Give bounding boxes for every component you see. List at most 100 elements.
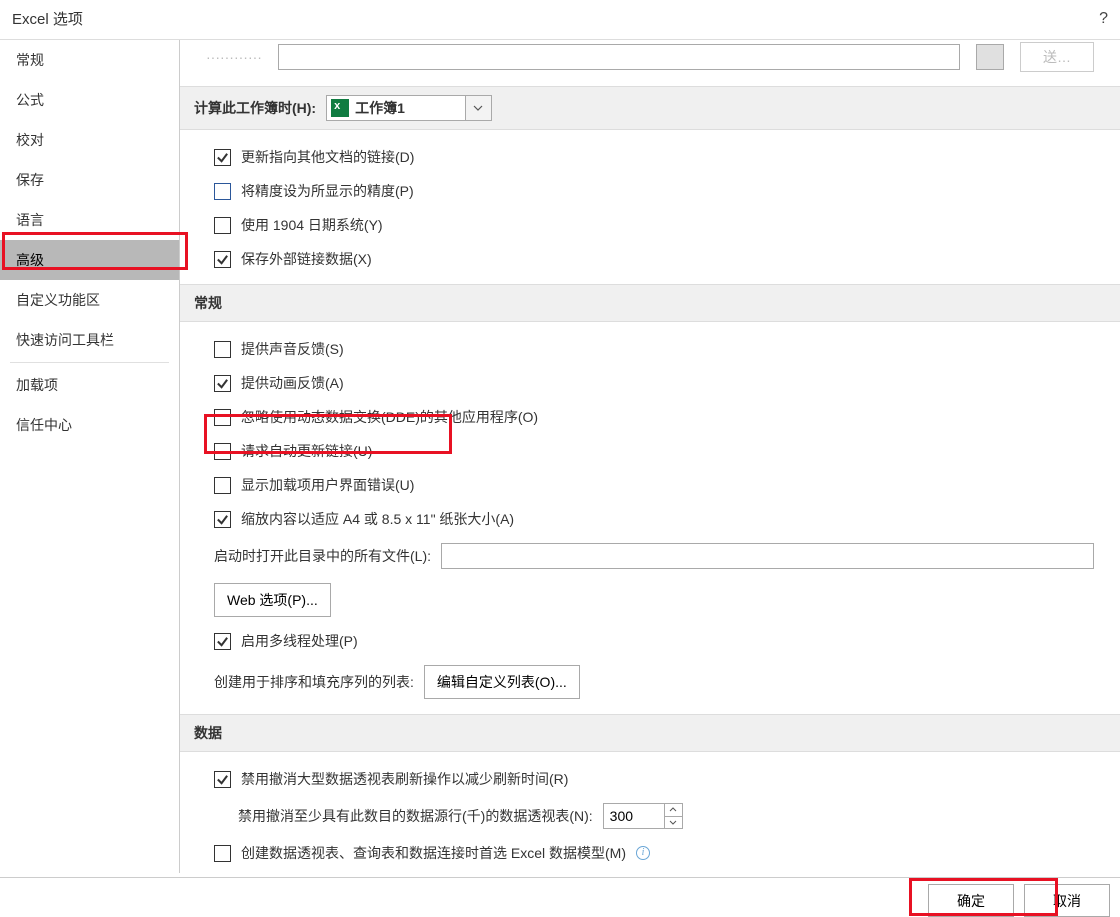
section-title: 计算此工作簿时(H): — [194, 98, 316, 118]
partial-button[interactable] — [976, 44, 1004, 70]
threshold-label: 禁用撤消至少具有此数目的数据源行(千)的数据透视表(N): — [238, 806, 593, 826]
sidebar-label: 常规 — [16, 52, 44, 68]
threshold-spinner[interactable] — [603, 803, 683, 829]
sidebar-item-qat[interactable]: 快速访问工具栏 — [0, 320, 179, 360]
checkbox[interactable] — [214, 183, 231, 200]
opt-disable-undo-model[interactable]: 禁止撤消大型数据模型操作(U) — [214, 870, 1094, 873]
partial-top-row: ············ 送… — [180, 40, 1120, 86]
checkbox[interactable] — [214, 845, 231, 862]
opt-label: 提供声音反馈(S) — [241, 339, 344, 359]
sidebar-label: 校对 — [16, 132, 44, 148]
info-icon[interactable]: i — [636, 846, 650, 860]
opt-ask-update-links[interactable]: 请求自动更新链接(U) — [214, 434, 1094, 468]
sidebar-label: 自定义功能区 — [16, 292, 100, 308]
sidebar-item-general[interactable]: 常规 — [0, 40, 179, 80]
chevron-down-icon[interactable] — [465, 96, 491, 120]
sidebar-item-formulas[interactable]: 公式 — [0, 80, 179, 120]
checkbox[interactable] — [214, 217, 231, 234]
checkbox[interactable] — [214, 149, 231, 166]
opt-label: 缩放内容以适应 A4 或 8.5 x 11" 纸张大小(A) — [241, 509, 514, 529]
checkbox[interactable] — [214, 251, 231, 268]
sidebar-item-trust[interactable]: 信任中心 — [0, 405, 179, 445]
section-title: 常规 — [194, 293, 222, 313]
partial-label: ············ — [206, 49, 262, 65]
opt-label: 使用 1904 日期系统(Y) — [241, 215, 383, 235]
section-header-calc: 计算此工作簿时(H): 工作簿1 — [180, 86, 1120, 130]
dialog-footer: 确定 取消 — [0, 877, 1120, 917]
help-icon[interactable]: ? — [1099, 10, 1108, 28]
sidebar-item-customize-ribbon[interactable]: 自定义功能区 — [0, 280, 179, 320]
workbook-dropdown[interactable]: 工作簿1 — [326, 95, 492, 121]
checkbox[interactable] — [214, 409, 231, 426]
general-options: 提供声音反馈(S) 提供动画反馈(A) 忽略使用动态数据交换(DDE)的其他应用… — [180, 322, 1120, 714]
opt-label: 创建数据透视表、查询表和数据连接时首选 Excel 数据模型(M) — [241, 843, 626, 863]
opt-1904[interactable]: 使用 1904 日期系统(Y) — [214, 208, 1094, 242]
opt-label: 显示加载项用户界面错误(U) — [241, 475, 414, 495]
excel-icon — [331, 99, 349, 117]
spin-down-icon[interactable] — [665, 817, 682, 829]
sidebar: 常规 公式 校对 保存 语言 高级 自定义功能区 快速访问工具栏 加载项 信任中… — [0, 40, 180, 873]
opt-precision[interactable]: 将精度设为所显示的精度(P) — [214, 174, 1094, 208]
opt-label: 请求自动更新链接(U) — [241, 441, 372, 461]
spinner-buttons[interactable] — [664, 804, 682, 828]
opt-label: 忽略使用动态数据交换(DDE)的其他应用程序(O) — [241, 407, 538, 427]
partial-input[interactable] — [278, 44, 960, 70]
opt-save-ext-links[interactable]: 保存外部链接数据(X) — [214, 242, 1094, 276]
opt-addin-ui-errors[interactable]: 显示加载项用户界面错误(U) — [214, 468, 1094, 502]
checkbox[interactable] — [214, 477, 231, 494]
opt-label: 禁用撤消大型数据透视表刷新操作以减少刷新时间(R) — [241, 769, 568, 789]
content-panel: ············ 送… 计算此工作簿时(H): 工作簿1 — [180, 40, 1120, 873]
sidebar-label: 语言 — [16, 212, 44, 228]
data-options: 禁用撤消大型数据透视表刷新操作以减少刷新时间(R) 禁用撤消至少具有此数目的数据… — [180, 752, 1120, 873]
sidebar-item-language[interactable]: 语言 — [0, 200, 179, 240]
sidebar-label: 快速访问工具栏 — [16, 332, 114, 348]
main-area: 常规 公式 校对 保存 语言 高级 自定义功能区 快速访问工具栏 加载项 信任中… — [0, 39, 1120, 873]
checkbox[interactable] — [214, 443, 231, 460]
opt-label: 保存外部链接数据(X) — [241, 249, 372, 269]
checkbox[interactable] — [214, 771, 231, 788]
web-options-row: Web 选项(P)... — [214, 576, 1094, 624]
opt-label: 提供动画反馈(A) — [241, 373, 344, 393]
custom-list-row: 创建用于排序和填充序列的列表: 编辑自定义列表(O)... — [214, 658, 1094, 706]
startup-row: 启动时打开此目录中的所有文件(L): — [214, 536, 1094, 576]
sidebar-item-save[interactable]: 保存 — [0, 160, 179, 200]
sidebar-label: 信任中心 — [16, 417, 72, 433]
opt-disable-undo-pivot[interactable]: 禁用撤消大型数据透视表刷新操作以减少刷新时间(R) — [214, 762, 1094, 796]
sidebar-item-proofing[interactable]: 校对 — [0, 120, 179, 160]
ghost-button[interactable]: 送… — [1020, 42, 1094, 72]
opt-dde[interactable]: 忽略使用动态数据交换(DDE)的其他应用程序(O) — [214, 400, 1094, 434]
web-options-button[interactable]: Web 选项(P)... — [214, 583, 331, 617]
checkbox[interactable] — [214, 341, 231, 358]
section-header-general: 常规 — [180, 284, 1120, 322]
threshold-input[interactable] — [604, 804, 664, 828]
sidebar-label: 公式 — [16, 92, 44, 108]
checkbox[interactable] — [214, 511, 231, 528]
spin-up-icon[interactable] — [665, 804, 682, 817]
opt-prefer-data-model[interactable]: 创建数据透视表、查询表和数据连接时首选 Excel 数据模型(M) i — [214, 836, 1094, 870]
calc-options: 更新指向其他文档的链接(D) 将精度设为所显示的精度(P) 使用 1904 日期… — [180, 130, 1120, 284]
startup-folder-input[interactable] — [441, 543, 1094, 569]
opt-scale-a4[interactable]: 缩放内容以适应 A4 或 8.5 x 11" 纸张大小(A) — [214, 502, 1094, 536]
titlebar: Excel 选项 ? — [0, 0, 1120, 39]
checkbox[interactable] — [214, 375, 231, 392]
opt-animation[interactable]: 提供动画反馈(A) — [214, 366, 1094, 400]
edit-custom-list-button[interactable]: 编辑自定义列表(O)... — [424, 665, 580, 699]
section-header-data: 数据 — [180, 714, 1120, 752]
sidebar-item-advanced[interactable]: 高级 — [0, 240, 179, 280]
opt-label: 更新指向其他文档的链接(D) — [241, 147, 414, 167]
threshold-row: 禁用撤消至少具有此数目的数据源行(千)的数据透视表(N): — [214, 796, 1094, 836]
sidebar-label: 高级 — [16, 252, 44, 268]
opt-sound[interactable]: 提供声音反馈(S) — [214, 332, 1094, 366]
sidebar-item-addins[interactable]: 加载项 — [0, 365, 179, 405]
sidebar-label: 加载项 — [16, 377, 58, 393]
checkbox[interactable] — [214, 633, 231, 650]
opt-update-links[interactable]: 更新指向其他文档的链接(D) — [214, 140, 1094, 174]
startup-label: 启动时打开此目录中的所有文件(L): — [214, 546, 431, 566]
section-title: 数据 — [194, 723, 222, 743]
opt-label: 将精度设为所显示的精度(P) — [241, 181, 414, 201]
opt-multithread[interactable]: 启用多线程处理(P) — [214, 624, 1094, 658]
cancel-button[interactable]: 取消 — [1024, 884, 1110, 917]
opt-label: 启用多线程处理(P) — [241, 631, 358, 651]
ok-button[interactable]: 确定 — [928, 884, 1014, 917]
sidebar-label: 保存 — [16, 172, 44, 188]
